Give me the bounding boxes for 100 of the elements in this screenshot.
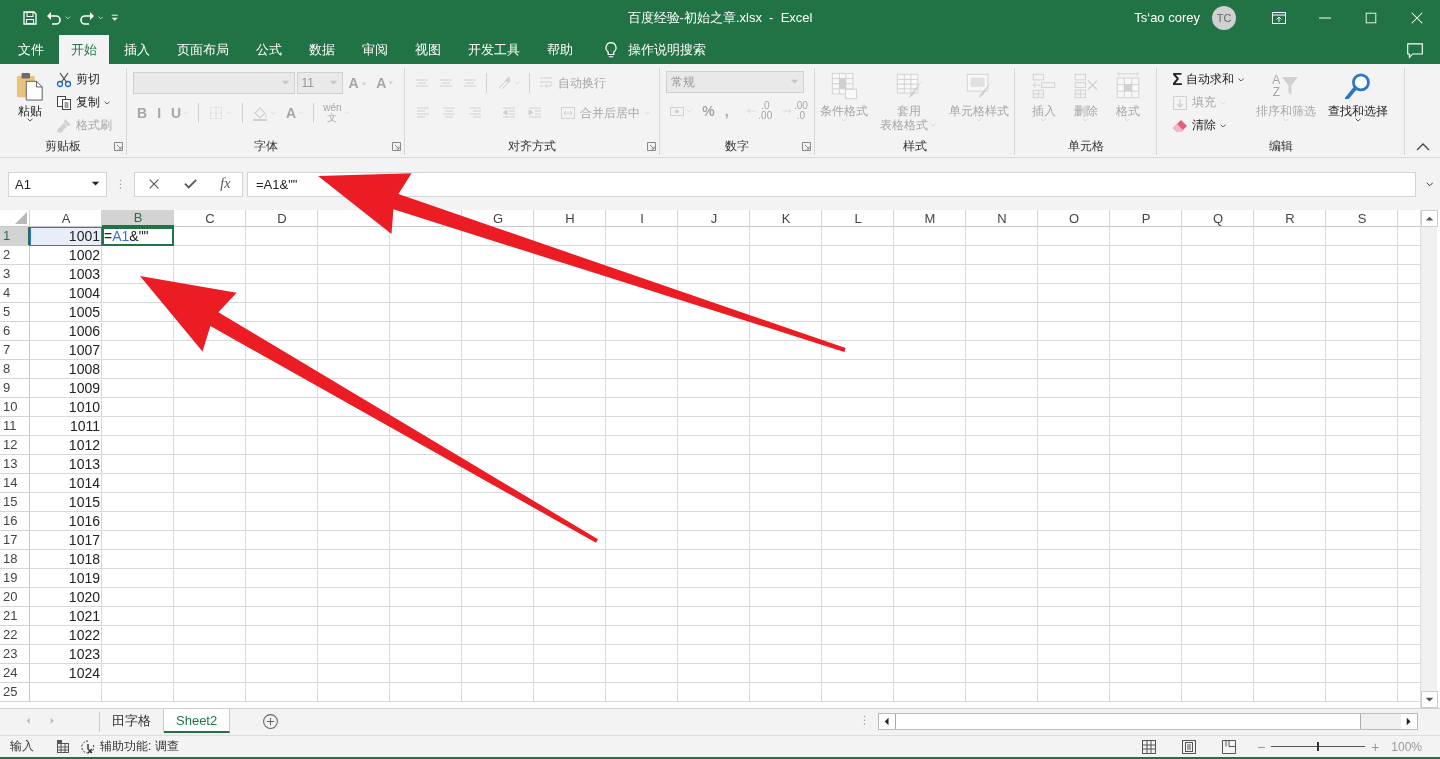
row-header[interactable]: 19: [0, 569, 30, 588]
zoom-slider[interactable]: [1271, 740, 1366, 753]
column-header[interactable]: P: [1141, 211, 1151, 226]
ribbon-tab[interactable]: 帮助: [535, 35, 585, 64]
column-header[interactable]: R: [1285, 211, 1295, 226]
row-header[interactable]: 6: [0, 322, 30, 341]
ribbon-tab[interactable]: 审阅: [350, 35, 400, 64]
customize-button[interactable]: [111, 13, 119, 22]
ribbon-tab[interactable]: 插入: [112, 35, 162, 64]
scroll-right-button[interactable]: [1401, 714, 1417, 729]
table-cell-text: 1010: [67, 398, 101, 417]
ribbon-button[interactable]: 清除: [1169, 114, 1248, 137]
launcher-icon[interactable]: [392, 142, 401, 151]
row-header[interactable]: 13: [0, 455, 30, 474]
group-label: 样式: [902, 137, 927, 155]
row-header[interactable]: 9: [0, 379, 30, 398]
row-header[interactable]: 8: [0, 360, 30, 379]
launcher-icon[interactable]: [647, 142, 656, 151]
ribbon-tab[interactable]: 数据: [297, 35, 347, 64]
ribbon-tab[interactable]: 开始: [59, 35, 109, 64]
accessibility-button[interactable]: 辅助功能: 调查: [80, 738, 179, 755]
row-header[interactable]: 22: [0, 626, 30, 645]
launcher-icon[interactable]: [802, 142, 811, 151]
scroll-up-button[interactable]: [1421, 210, 1438, 227]
save-button[interactable]: [22, 9, 38, 26]
ribbon-button[interactable]: 剪切: [53, 68, 115, 91]
column-header[interactable]: B: [102, 210, 174, 227]
column-header[interactable]: G: [492, 211, 504, 226]
column-header[interactable]: S: [1357, 211, 1367, 226]
column-header[interactable]: Q: [1212, 211, 1224, 226]
row-header[interactable]: 4: [0, 284, 30, 303]
row-header[interactable]: 24: [0, 664, 30, 683]
insert-function-button[interactable]: fx: [220, 176, 231, 192]
row-header[interactable]: 16: [0, 512, 30, 531]
scroll-left-button[interactable]: [879, 714, 895, 729]
add-sheet-button[interactable]: [262, 713, 280, 730]
row-header[interactable]: 15: [0, 493, 30, 512]
redo-button[interactable]: [78, 9, 104, 26]
ribbon-button[interactable]: 粘贴: [11, 68, 49, 122]
name-box[interactable]: A1: [8, 171, 107, 197]
row-header[interactable]: 12: [0, 436, 30, 455]
page-layout-button[interactable]: [1181, 738, 1198, 755]
column-header[interactable]: L: [854, 211, 862, 226]
ribbon-tab[interactable]: 公式: [244, 35, 294, 64]
slider-thumb[interactable]: [1317, 741, 1320, 751]
column-header[interactable]: H: [565, 211, 575, 226]
row-header[interactable]: 3: [0, 265, 30, 284]
ribbon-tab[interactable]: 文件: [6, 35, 56, 64]
tell-me-search[interactable]: 操作说明搜索: [602, 35, 706, 64]
wrap-icon: [538, 75, 555, 91]
row-header[interactable]: 17: [0, 531, 30, 550]
row-header[interactable]: 7: [0, 341, 30, 360]
bucket-icon: [251, 105, 268, 121]
group-label: 剪贴板: [45, 137, 81, 155]
ribbon-button[interactable]: Σ 自动求和: [1169, 68, 1248, 91]
row-header[interactable]: 20: [0, 588, 30, 607]
user-avatar[interactable]: TC: [1212, 5, 1236, 30]
ribbon-button[interactable]: 复制: [53, 91, 115, 114]
ribbon-tab[interactable]: 视图: [403, 35, 453, 64]
column-header[interactable]: C: [205, 211, 215, 226]
table-cell-text: 1024: [67, 664, 101, 683]
ribbon-tab[interactable]: 开发工具: [456, 35, 532, 64]
ribbon-button[interactable]: 查找和选择: [1323, 68, 1392, 122]
magnifier-icon: [1345, 72, 1371, 100]
page-break-button[interactable]: [1221, 738, 1238, 755]
right-tri-icon: [1406, 717, 1412, 726]
mode-label: 输入: [10, 738, 34, 755]
column-header[interactable]: K: [781, 211, 791, 226]
indent-icon: [527, 105, 543, 121]
row-header[interactable]: 23: [0, 645, 30, 664]
horizontal-scrollbar[interactable]: [878, 713, 1418, 730]
row-header[interactable]: 14: [0, 474, 30, 493]
scroll-thumb[interactable]: [895, 714, 1361, 729]
scroll-down-button[interactable]: [1421, 691, 1438, 708]
column-header[interactable]: O: [1068, 211, 1080, 226]
row-header[interactable]: 1: [0, 227, 30, 246]
column-header[interactable]: J: [710, 211, 718, 226]
sheet-tab[interactable]: Sheet2: [164, 709, 231, 733]
table-cell[interactable]: =A1&"": [102, 227, 174, 246]
ribbon-tab[interactable]: 页面布局: [165, 35, 241, 64]
row-header[interactable]: 21: [0, 607, 30, 626]
row-header[interactable]: 25: [0, 683, 30, 702]
column-header[interactable]: A: [61, 211, 71, 226]
row-header[interactable]: 5: [0, 303, 30, 322]
row-header[interactable]: 18: [0, 550, 30, 569]
row-header[interactable]: 2: [0, 246, 30, 265]
column-header[interactable]: D: [277, 211, 287, 226]
formula-field[interactable]: =A1&"": [247, 171, 1416, 197]
column-header[interactable]: N: [997, 211, 1007, 226]
vertical-scrollbar[interactable]: [1420, 210, 1437, 708]
row-header[interactable]: 11: [0, 417, 30, 436]
launcher-icon[interactable]: [114, 142, 123, 151]
close-icon: [1410, 10, 1424, 25]
enter-button[interactable]: [183, 179, 197, 189]
pages-icon: [56, 94, 72, 111]
normal-view-button[interactable]: [1141, 738, 1158, 755]
eraser-icon: [1172, 117, 1189, 134]
column-header[interactable]: M: [924, 211, 936, 226]
row-header[interactable]: 10: [0, 398, 30, 417]
column-header[interactable]: I: [640, 211, 644, 226]
